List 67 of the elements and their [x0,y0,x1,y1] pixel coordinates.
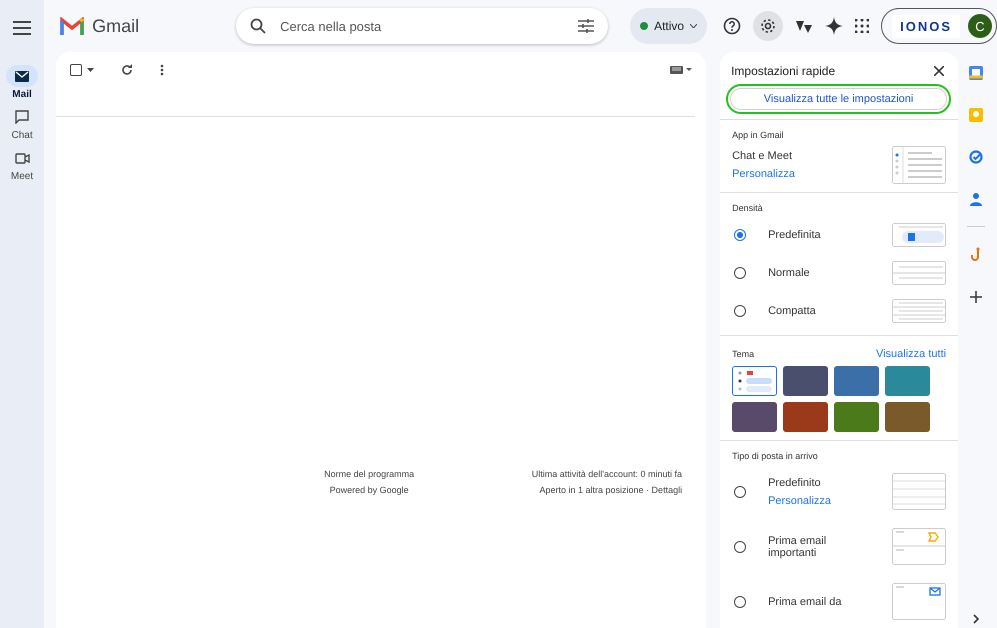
nav-item[interactable]: Meet [2,147,42,182]
search-icon [250,18,266,34]
radio-button[interactable] [734,540,746,552]
option-label: Predefinito [768,476,822,488]
keyboard-icon[interactable] [670,66,692,74]
customize-link[interactable]: Personalizza [732,168,796,180]
section-heading: Tipo di posta in arrivo [732,451,819,461]
inbox-preview-drawing [892,473,946,510]
refresh-icon[interactable] [121,64,134,76]
envelope-icon [15,70,30,82]
footer-link[interactable]: Powered by Google [330,485,409,495]
setting-label: Chat e Meet [732,150,793,162]
option-label: Predefinita [768,229,822,241]
caret-icon[interactable] [87,68,94,72]
m-logo-icon [60,17,84,35]
close-icon[interactable] [934,66,944,76]
hook-icon[interactable] [970,247,981,263]
radio-button[interactable] [734,229,746,241]
settings-icon [759,17,778,35]
radio-button[interactable] [734,305,746,317]
nav-item[interactable]: Chat [2,106,42,141]
section-heading: Tema [732,349,754,359]
brand-logo: IONOS [892,14,960,38]
view-all-link[interactable]: Visualizza tutti [876,348,946,360]
search-input[interactable]: Cerca nella posta [278,18,566,34]
account-button[interactable]: IONOS C [881,8,997,44]
option-label: Prima email importanti [768,534,828,558]
add-icon[interactable] [970,291,982,303]
more-vertical-icon[interactable] [160,64,164,76]
select-all-checkbox[interactable] [70,64,82,76]
footer-text: Ultima attività dell'account: 0 minuti fa [532,469,682,479]
option-label: Compatta [768,305,817,317]
task-check-icon[interactable] [968,150,983,164]
option-label: Normale [768,267,811,279]
density-preview-drawing [892,223,946,247]
settings-button[interactable] [753,11,784,41]
radio-button[interactable] [734,267,746,279]
menu-icon [13,21,32,35]
filter-sliders-icon[interactable] [578,19,594,33]
search-field[interactable]: Cerca nella posta [236,8,608,44]
help-icon[interactable] [723,17,742,35]
apps-grid-icon[interactable] [855,19,870,33]
inbox-preview-drawing [892,528,946,565]
avatar: C [968,14,992,38]
calendar-icon[interactable] [968,66,983,80]
footer-link[interactable]: Norme del programma [324,469,414,479]
panel-title: Impostazioni rapide [731,64,836,78]
radio-button[interactable] [734,486,746,498]
person-icon[interactable] [970,192,982,206]
radio-button[interactable] [734,596,746,608]
density-preview-drawing [892,261,946,285]
footer-text: Aperto in 1 altra posizione · Dettagli [540,485,682,495]
inbox-preview-drawing [892,583,946,620]
caret-icon [690,24,698,28]
layout-preview-drawing [892,146,946,184]
sparkle-icon[interactable] [825,17,844,35]
chevron-right-icon[interactable] [972,614,979,624]
app-name: Gmail [92,16,140,36]
default-theme-tile[interactable] [732,366,778,396]
status-button[interactable]: Attivo [630,8,708,44]
density-preview-drawing [892,299,946,323]
customize-link[interactable]: Personalizza [768,494,882,506]
section-heading: App in Gmail [732,130,785,140]
option-label: Prima email da [768,596,842,608]
video-camera-icon [14,152,30,164]
chat-bubble-icon [15,110,30,124]
section-heading: Densità [732,203,764,213]
